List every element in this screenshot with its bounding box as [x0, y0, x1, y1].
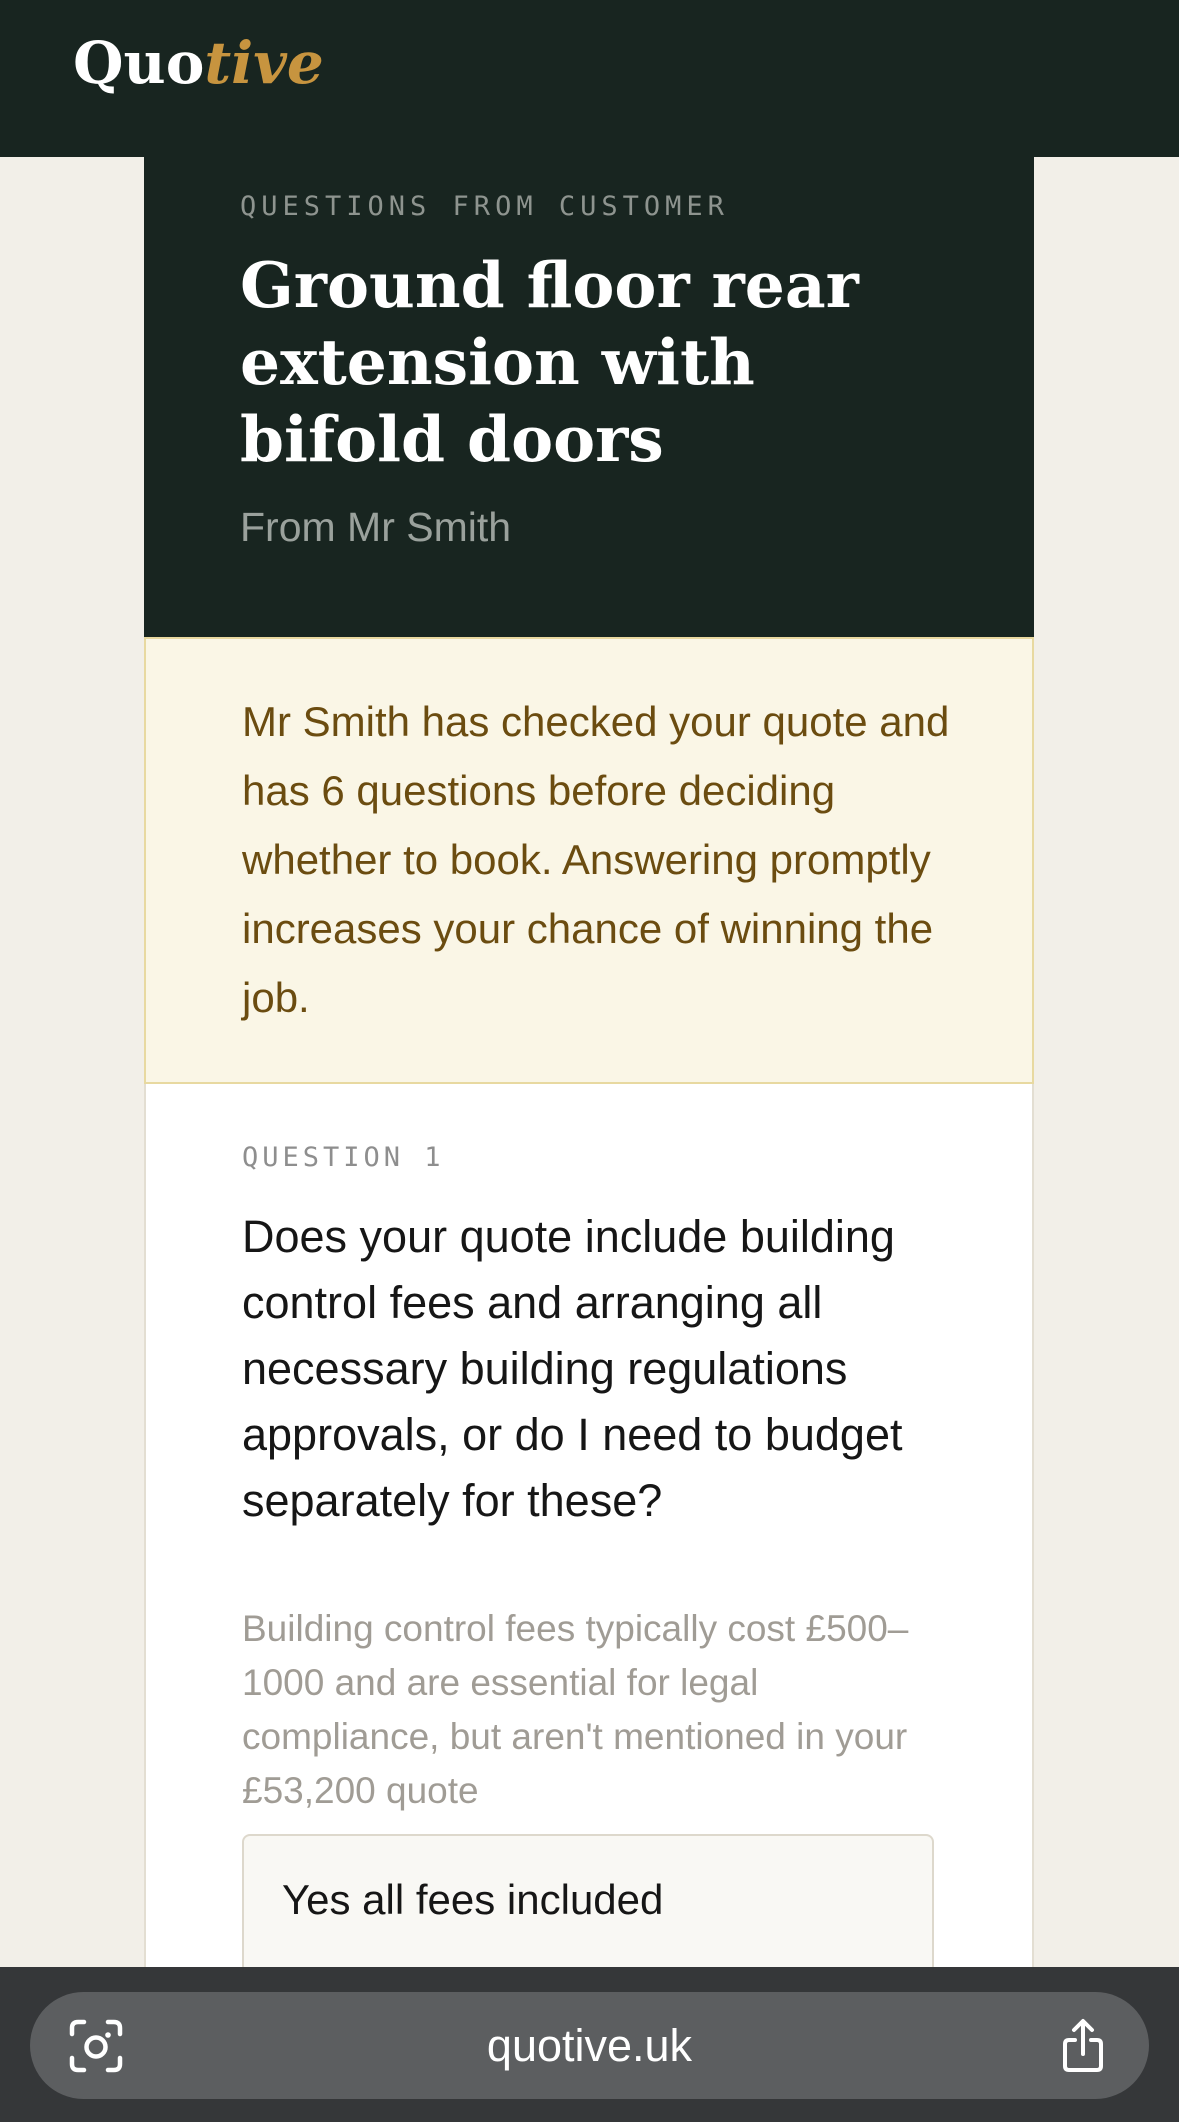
logo-accent-text: tive	[204, 29, 324, 97]
main-column: QUESTIONS FROM CUSTOMER Ground floor rea…	[144, 157, 1034, 1974]
address-bar[interactable]: quotive.uk	[30, 1992, 1149, 2099]
question-note: Building control fees typically cost £50…	[242, 1608, 909, 1811]
quote-header-card: QUESTIONS FROM CUSTOMER Ground floor rea…	[144, 157, 1034, 637]
answer-option-label: Yes all fees included	[282, 1876, 664, 1923]
question-number: QUESTION 1	[242, 1142, 445, 1173]
logo-text: Quo	[73, 29, 205, 97]
url-text: quotive.uk	[486, 2020, 693, 2071]
question-card: QUESTION 1 Does your quote include build…	[144, 1084, 1034, 1974]
share-icon[interactable]	[1053, 2016, 1113, 2076]
visual-lookup-icon[interactable]	[66, 2016, 126, 2076]
quotive-logo[interactable]: Quotive	[73, 28, 324, 98]
question-text: Does your quote include building control…	[242, 1211, 903, 1526]
browser-toolbar: quotive.uk	[0, 1967, 1179, 2122]
info-notice: Mr Smith has checked your quote and has …	[144, 637, 1034, 1084]
top-bar: Quotive	[0, 0, 1179, 157]
notice-text: Mr Smith has checked your quote and has …	[242, 698, 950, 1021]
customer-name: From Mr Smith	[240, 504, 512, 550]
answer-option-yes-all-fees[interactable]: Yes all fees included	[242, 1834, 934, 1974]
job-title: Ground floor rear extension with bifold …	[240, 248, 859, 476]
section-eyebrow: QUESTIONS FROM CUSTOMER	[240, 191, 729, 222]
